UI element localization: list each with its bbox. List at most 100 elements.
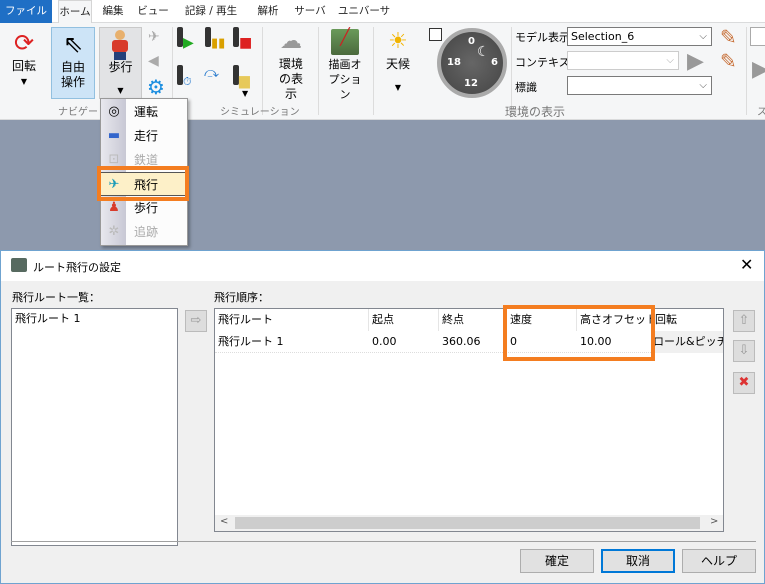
draw-options-button[interactable]: ╱ 描画オプション [322, 27, 368, 102]
sim-pause-icon[interactable]: ▮▮ [205, 27, 227, 51]
group-label-navigation: ナビゲー [58, 107, 98, 118]
close-icon[interactable]: ✕ [740, 255, 753, 274]
context-select[interactable]: ⌵ [567, 51, 679, 70]
cursor-icon: ⇖ [62, 30, 84, 58]
sun-icon: ☀ [388, 29, 408, 54]
sim-overtake-icon[interactable]: ⤼ [204, 65, 230, 87]
steering-wheel-icon: ◎ [108, 104, 120, 119]
tab-universal-ui[interactable]: ユニバーサルUI [334, 0, 394, 40]
move-up-button[interactable]: ⇧ [733, 310, 755, 332]
route-list[interactable]: 飛行ルート 1 [11, 308, 178, 546]
highlight-fly-item [97, 166, 189, 201]
environment-display-label: 環境の表示 [278, 57, 303, 101]
weather-button[interactable]: ☀ 天候 ▼ [378, 27, 418, 99]
column-header-route[interactable]: 飛行ルート [215, 309, 369, 331]
model-display-select[interactable]: Selection_6 ⌵ [567, 27, 712, 46]
menu-item-track: ✲ 追跡 [101, 220, 187, 244]
tab-file[interactable]: ファイル [0, 0, 52, 23]
sim-stop-icon[interactable]: ■ [233, 27, 257, 51]
ok-button[interactable]: 確定 [520, 549, 594, 573]
walk-label: 歩行 [108, 60, 133, 74]
track-icon: ✲ [108, 224, 120, 239]
collision-icon[interactable]: ◀ [148, 53, 170, 73]
cell-rotation[interactable]: ロール&ピッチ [652, 331, 723, 353]
tab-analysis[interactable]: 解析 [250, 0, 286, 23]
gear-icon[interactable]: ⚙ [147, 75, 169, 99]
group-label-environment: 環境の表示 [505, 105, 566, 119]
clock-label-12: 12 [464, 78, 478, 89]
clock-checkbox[interactable] [429, 28, 442, 41]
weather-label: 天候 [385, 57, 410, 71]
clock-label-0: 0 [468, 36, 475, 47]
list-item[interactable]: 飛行ルート 1 [12, 309, 177, 327]
sign-label: 標識 [515, 81, 537, 94]
cell-end: 360.06 [442, 335, 481, 348]
time-of-day-clock[interactable]: 0 6 12 18 ☾ [437, 28, 507, 98]
tab-view[interactable]: ビュー [134, 0, 172, 23]
cell-start: 0.00 [372, 335, 397, 348]
play-gray-icon-2[interactable]: ▶ [752, 57, 765, 82]
group-label-simulation: シミュレーション [220, 107, 300, 118]
clock-label-6: 6 [491, 57, 498, 68]
dialog-title-bar: ルート飛行の設定 ✕ [1, 251, 764, 281]
ribbon-tab-bar: ファイル ホーム 編集 ビュー 記録 / 再生 解析 サーバ ユニバーサルUI [0, 0, 765, 40]
car-icon: ▬ [107, 128, 121, 143]
pencil-icon-2[interactable]: ✎ [720, 49, 737, 73]
sim-dropdown-icon[interactable]: ▼ [242, 89, 248, 98]
delete-x-icon: ✖ [738, 375, 750, 390]
cancel-button[interactable]: 取消 [601, 549, 675, 573]
column-header-start[interactable]: 起点 [369, 309, 439, 331]
rotate-button[interactable]: ⟳ 回転 ▼ [4, 27, 44, 99]
delete-button[interactable]: ✖ [733, 372, 755, 394]
tab-home[interactable]: ホーム [58, 0, 92, 24]
order-label: 飛行順序： [214, 291, 269, 304]
clock-label-18: 18 [447, 57, 461, 68]
tab-record-play[interactable]: 記録 / 再生 [178, 0, 244, 23]
sim-timer-icon[interactable]: ⏱ [177, 65, 201, 88]
fly-gray-icon[interactable]: ✈ [148, 29, 170, 49]
highlight-speed-offset-columns [503, 305, 655, 361]
move-down-button[interactable]: ⇩ [733, 340, 755, 362]
arrow-up-icon: ⇧ [738, 313, 750, 328]
sim-play-icon[interactable]: ▶ [177, 27, 199, 51]
dialog-title: ルート飛行の設定 [33, 261, 121, 274]
group-label-partial: ス [757, 107, 765, 118]
draw-options-label: 描画オプション [328, 58, 362, 101]
free-operation-button[interactable]: ⇖ 自由操作 [51, 27, 95, 99]
rotate-icon: ⟳ [13, 29, 35, 57]
column-header-end[interactable]: 終点 [439, 309, 507, 331]
horizontal-scrollbar[interactable]: < > [215, 515, 723, 531]
arrow-down-icon: ⇩ [738, 343, 750, 358]
help-button[interactable]: ヘルプ [682, 549, 756, 573]
free-operation-label: 自由操作 [60, 60, 85, 89]
partial-input[interactable] [750, 27, 765, 46]
sim-save-icon[interactable]: ▆ [233, 65, 257, 89]
model-display-label: モデル表示 [515, 31, 570, 44]
pencil-icon[interactable]: ✎ [720, 25, 737, 49]
menu-item-run[interactable]: ▬ 走行 [101, 124, 187, 148]
divider [11, 541, 756, 542]
tab-edit[interactable]: 編集 [96, 0, 130, 23]
tab-server[interactable]: サーバ [292, 0, 328, 23]
scroll-right-icon[interactable]: > [710, 516, 718, 527]
play-gray-icon[interactable]: ▶ [687, 49, 704, 74]
moon-icon: ☾ [477, 44, 490, 60]
route-fly-settings-dialog: ルート飛行の設定 ✕ 飛行ルート一覧： 飛行ルート 1 ⇨ 飛行順序： 飛行ルー… [0, 250, 765, 584]
walker-icon: ♟ [108, 200, 120, 215]
walk-button[interactable]: 歩行 ▼ [99, 27, 142, 99]
rain-cloud-icon: ☁ [280, 29, 302, 54]
rotate-label: 回転 [11, 59, 36, 73]
dialog-app-icon [11, 258, 27, 272]
column-header-rotation[interactable]: 回転 [652, 309, 722, 331]
menu-item-drive[interactable]: ◎ 運転 [101, 100, 187, 124]
scrollbar-thumb[interactable] [235, 517, 700, 529]
arrow-right-icon: ⇨ [190, 313, 202, 328]
environment-display-button[interactable]: ☁ 環境の表示 [268, 27, 314, 101]
sign-select[interactable]: ⌵ [567, 76, 712, 95]
walker-icon [100, 28, 141, 60]
cell-route: 飛行ルート 1 [218, 335, 284, 348]
route-list-label: 飛行ルート一覧： [12, 291, 100, 304]
road-brush-icon: ╱ [331, 29, 359, 55]
scroll-left-icon[interactable]: < [220, 516, 228, 527]
add-to-order-button[interactable]: ⇨ [185, 310, 207, 332]
